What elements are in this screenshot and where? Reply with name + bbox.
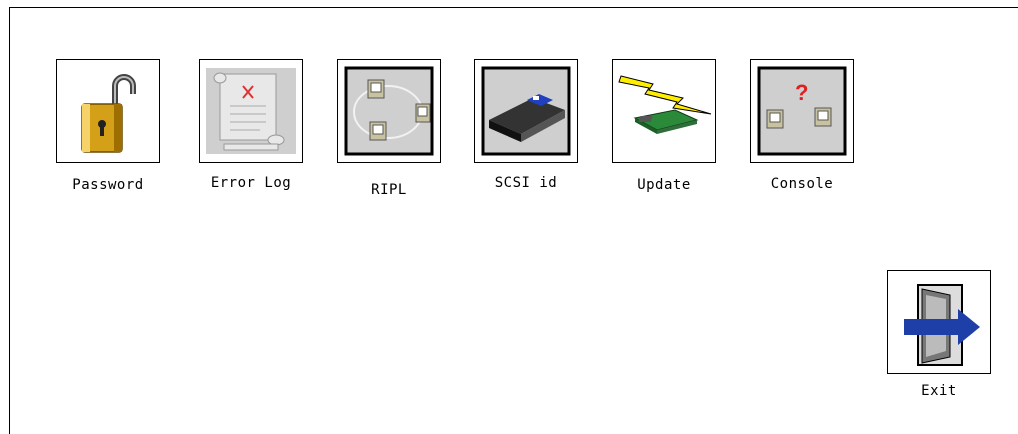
firmware-update-icon <box>612 59 716 163</box>
exit-door-arrow-icon <box>887 270 991 374</box>
scsi-id-label: SCSI id <box>494 175 558 191</box>
exit-label: Exit <box>921 383 957 399</box>
update-label: Update <box>637 177 691 193</box>
scsi-drive-icon <box>474 59 578 163</box>
svg-text:?: ? <box>795 80 808 105</box>
console-label: Console <box>770 176 834 192</box>
password-label: Password <box>72 177 144 193</box>
frame-top-border <box>9 7 1018 8</box>
padlock-icon <box>56 59 160 163</box>
ripl-label: RIPL <box>371 182 407 198</box>
console-question-icon: ? <box>750 59 854 163</box>
network-computers-icon <box>337 59 441 163</box>
frame-left-border <box>9 7 10 434</box>
error-log-label: Error Log <box>210 175 292 191</box>
error-scroll-icon <box>199 59 303 163</box>
